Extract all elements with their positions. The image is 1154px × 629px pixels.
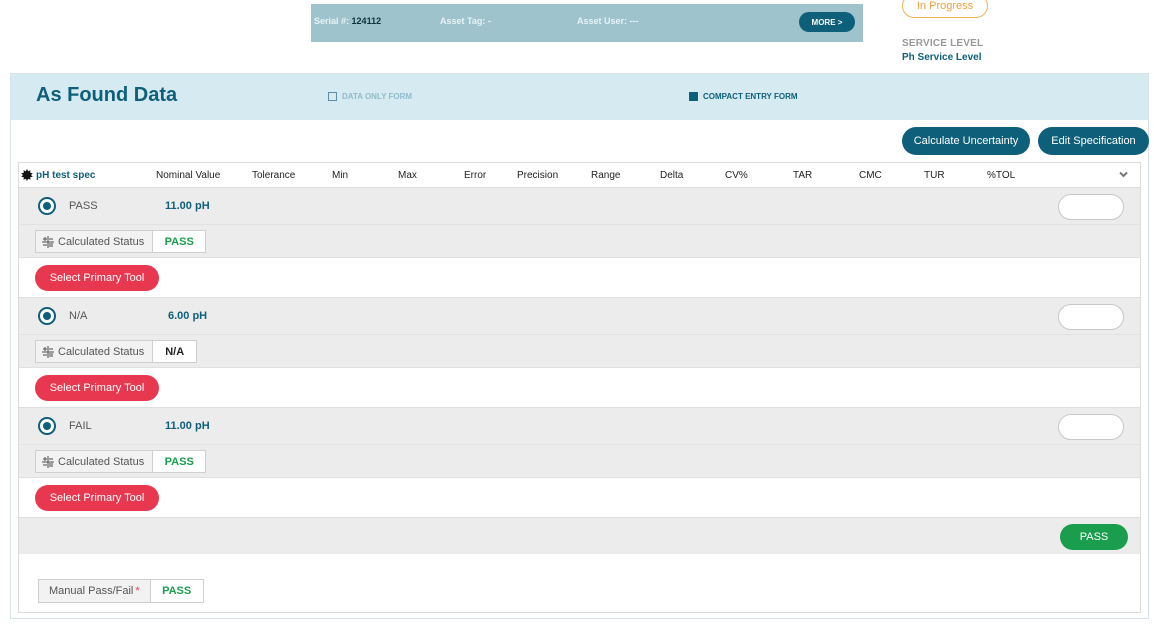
expand-icon-dot [43,202,51,210]
checkbox-checked-icon[interactable] [689,92,698,101]
more-button[interactable]: MORE > [799,12,855,32]
column-header: Max [398,169,417,181]
expand-icon-dot [43,312,51,320]
service-level-value: Ph Service Level [902,52,982,63]
calculated-status-label-box: Calculated Status [36,451,154,472]
select-primary-tool-button[interactable]: Select Primary Tool [35,375,159,401]
chevron-down-icon[interactable] [1119,171,1128,178]
calculator-icon [42,235,54,248]
point-nominal: 6.00 pH [168,310,208,322]
manual-pass-fail[interactable]: Manual Pass/Fail * PASS [38,579,204,603]
asset-tag: Asset Tag: - [440,16,491,26]
panel-header: As Found Data DATA ONLY FORM COMPACT ENT… [11,74,1148,120]
asset-bar-strip [311,0,863,4]
checkbox-icon[interactable] [328,92,337,101]
calculated-status-label: Calculated Status [58,455,145,468]
calculated-status: Calculated Status PASS [35,230,207,253]
point-row: FAIL 11.00 pH [19,407,1140,444]
gear-icon [21,169,33,181]
data-only-form-label: DATA ONLY FORM [342,92,413,101]
asset-user-label: Asset User: [577,16,628,26]
column-header: Error [464,169,487,181]
panel-title: As Found Data [36,84,178,106]
serial-value: 124112 [351,16,382,26]
required-marker: * [135,585,140,597]
calculator-icon [42,455,54,468]
column-header: Delta [660,169,684,181]
pass-result-button[interactable]: PASS [1060,524,1128,550]
column-header: TAR [793,169,813,181]
point-state: N/A [69,310,88,322]
column-header: CV% [725,169,748,181]
point-state: PASS [69,200,98,212]
asset-tag-label: Asset Tag: [440,16,486,26]
select-primary-tool-button[interactable]: Select Primary Tool [35,265,159,291]
calculator-icon [42,345,54,358]
select-primary-tool-button[interactable]: Select Primary Tool [35,485,159,511]
column-header: Nominal Value [156,169,221,181]
service-level-label: SERVICE LEVEL [902,38,984,49]
point-nominal: 11.00 pH [165,200,210,212]
column-header: Range [591,169,621,181]
calculated-status-label: Calculated Status [58,345,145,358]
column-header: Min [332,169,349,181]
serial-label: Serial #: [314,16,350,26]
manual-pass-fail-value[interactable]: PASS [150,580,203,602]
serial-number: Serial #: 124112 [314,16,381,26]
calculated-status-row: Calculated Status PASS [19,224,1140,257]
point-state: FAIL [69,420,92,432]
data-only-form-option[interactable]: DATA ONLY FORM [328,92,412,101]
reading-input[interactable] [1058,194,1124,220]
as-found-panel: As Found Data DATA ONLY FORM COMPACT ENT… [10,73,1149,619]
column-header: Tolerance [252,169,296,181]
column-header: %TOL [987,169,1016,181]
point-row: N/A 6.00 pH [19,297,1140,334]
point-nominal: 11.00 pH [165,420,210,432]
spec-table-header: pH test spec Nominal Value Tolerance Min… [19,163,1140,187]
asset-user: Asset User: --- [577,16,639,26]
point-row: PASS 11.00 pH [19,187,1140,224]
reading-input[interactable] [1058,304,1124,330]
column-header: CMC [859,169,882,181]
asset-info-bar: Serial #: 124112 Asset Tag: - Asset User… [311,0,863,42]
expand-icon[interactable] [38,197,56,215]
summary-row: PASS [19,517,1140,554]
status-badge: In Progress [902,0,988,18]
calculated-status-value: N/A [153,341,197,362]
column-header: Precision [517,169,559,181]
calculated-status-value: PASS [153,231,206,252]
calculated-status: Calculated Status PASS [35,450,207,473]
column-header: TUR [924,169,945,181]
tool-row: Select Primary Tool [19,367,1140,407]
tool-row: Select Primary Tool [19,257,1140,297]
tool-row: Select Primary Tool [19,477,1140,517]
page: Serial #: 124112 Asset Tag: - Asset User… [0,0,1154,629]
asset-user-value: --- [629,16,639,26]
calculated-status-row: Calculated Status N/A [19,334,1140,367]
spec-name[interactable]: pH test spec [36,170,95,181]
expand-icon[interactable] [38,417,56,435]
edit-specification-button[interactable]: Edit Specification [1038,127,1149,155]
reading-input[interactable] [1058,414,1124,440]
calculated-status-value: PASS [153,451,206,472]
calculate-uncertainty-button[interactable]: Calculate Uncertainty [902,127,1030,155]
calculated-status: Calculated Status N/A [35,340,198,363]
calculated-status-label: Calculated Status [58,235,145,248]
manual-pass-fail-label-box: Manual Pass/Fail * [39,580,151,602]
compact-entry-form-label: COMPACT ENTRY FORM [703,92,798,101]
asset-tag-value: - [487,16,491,26]
calculated-status-label-box: Calculated Status [36,341,154,362]
manual-pass-fail-label: Manual Pass/Fail [49,585,134,597]
calculated-status-row: Calculated Status PASS [19,444,1140,477]
spec-table: pH test spec Nominal Value Tolerance Min… [18,162,1141,613]
expand-icon[interactable] [38,307,56,325]
expand-icon-dot [43,422,51,430]
calculated-status-label-box: Calculated Status [36,231,154,252]
compact-entry-form-option[interactable]: COMPACT ENTRY FORM [689,92,798,101]
